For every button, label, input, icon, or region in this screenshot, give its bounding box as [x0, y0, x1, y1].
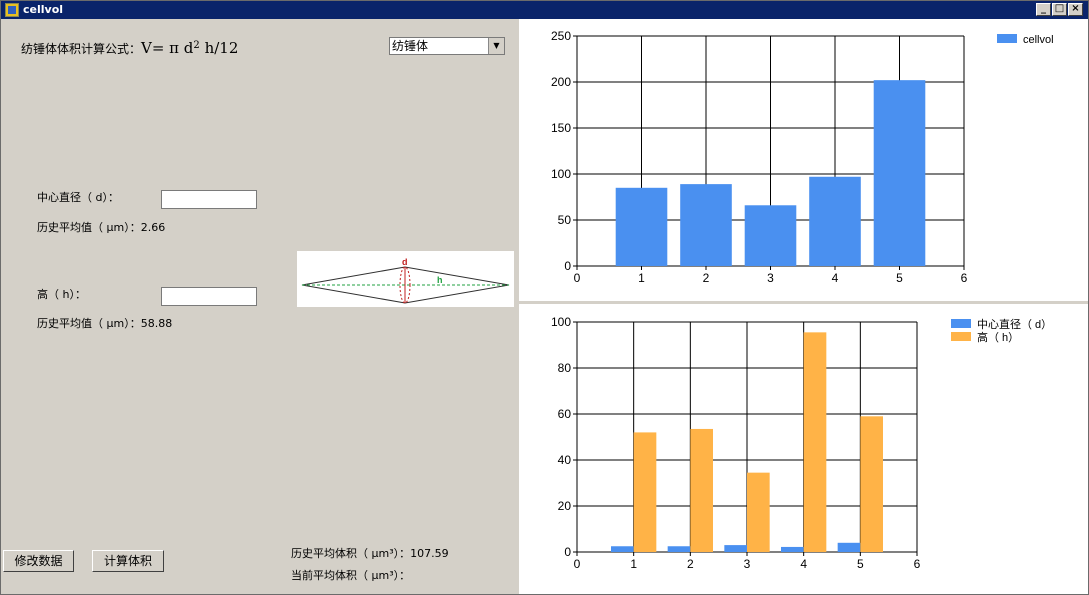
- bar: [747, 472, 770, 552]
- x-tick-label: 0: [574, 557, 581, 571]
- shape-select[interactable]: 纺锤体 ▼: [389, 37, 505, 55]
- formula-label: 纺锤体体积计算公式：: [21, 42, 142, 56]
- diagram-h-label: h: [437, 275, 443, 285]
- legend-label: cellvol: [1023, 34, 1054, 46]
- y-tick-label: 100: [551, 315, 571, 329]
- height-average-label: 历史平均值（ μm）：: [37, 317, 141, 330]
- window-title: cellvol: [23, 3, 64, 16]
- bar: [690, 428, 713, 552]
- height-average: 历史平均值（ μm）：58.88: [37, 315, 172, 331]
- chart-panel: 0 1 2 3 4 5 6 0 50 100 150 200 250 cellvol 0 1 2 3 4 5 6 0 20…: [519, 19, 1088, 594]
- x-tick-label: 1: [630, 557, 637, 571]
- y-tick-label: 40: [558, 453, 572, 467]
- bar: [611, 546, 634, 552]
- dimensions-chart: 0 1 2 3 4 5 6020406080100 中心直径（ d）高（ h）: [551, 315, 1052, 571]
- x-tick-label: 5: [857, 557, 864, 571]
- x-tick-label: 3: [744, 557, 751, 571]
- diameter-average: 历史平均值（ μm）：2.66: [37, 219, 165, 235]
- y-tick-label: 100: [551, 167, 571, 181]
- formula-text: V= π d: [141, 39, 194, 57]
- y-tick-label: 50: [558, 213, 572, 227]
- legend-swatch: [997, 34, 1017, 43]
- bar: [873, 80, 926, 266]
- bar: [680, 184, 732, 266]
- formula: 纺锤体体积计算公式：V= π d2 h/12: [21, 39, 238, 57]
- legend-label: 高（ h）: [977, 330, 1019, 344]
- diameter-input[interactable]: [161, 190, 257, 209]
- bar: [803, 332, 827, 552]
- x-tick-label: 5: [896, 271, 903, 285]
- legend-swatch: [951, 332, 971, 341]
- y-tick-label: 80: [558, 361, 572, 375]
- formula-tail: h/12: [199, 39, 239, 57]
- bar: [633, 432, 657, 552]
- diameter-average-label: 历史平均值（ μm）：: [37, 221, 141, 234]
- chart-divider: [519, 301, 1088, 304]
- y-tick-label: 250: [551, 29, 571, 43]
- minimize-icon[interactable]: _: [1036, 3, 1051, 16]
- bar: [615, 187, 668, 266]
- modify-data-button[interactable]: 修改数据: [3, 550, 74, 572]
- bar: [809, 176, 861, 266]
- diameter-average-value: 2.66: [140, 221, 166, 234]
- x-tick-label: 2: [703, 271, 710, 285]
- height-input[interactable]: [161, 287, 257, 306]
- height-average-value: 58.88: [140, 317, 173, 330]
- bar: [744, 205, 797, 266]
- x-tick-label: 4: [800, 557, 807, 571]
- x-tick-label: 3: [767, 271, 774, 285]
- calculate-volume-button[interactable]: 计算体积: [92, 550, 164, 572]
- current-volume: 当前平均体积（ μm³）：: [291, 567, 410, 583]
- legend-swatch: [951, 319, 971, 328]
- bar: [781, 546, 804, 552]
- current-volume-label: 当前平均体积（ μm³）：: [291, 569, 411, 582]
- height-label: 高（ h）：: [37, 288, 86, 301]
- legend-label: 中心直径（ d）: [977, 317, 1052, 331]
- y-tick-label: 60: [558, 407, 572, 421]
- chevron-down-icon[interactable]: ▼: [488, 38, 504, 54]
- history-volume: 历史平均体积（ μm³）：107.59: [291, 545, 449, 561]
- x-tick-label: 1: [638, 271, 645, 285]
- x-tick-label: 6: [914, 557, 921, 571]
- y-tick-label: 20: [558, 499, 572, 513]
- title-bar[interactable]: cellvol _ □ ×: [1, 1, 1088, 19]
- x-tick-label: 2: [687, 557, 694, 571]
- bar: [724, 545, 747, 552]
- close-icon[interactable]: ×: [1068, 3, 1083, 16]
- x-tick-label: 0: [574, 271, 581, 285]
- diagram-d-label: d: [402, 257, 408, 267]
- x-tick-label: 4: [832, 271, 839, 285]
- y-tick-label: 0: [564, 259, 571, 273]
- bar: [667, 546, 691, 552]
- spindle-diagram: d h: [297, 251, 514, 307]
- y-tick-label: 200: [551, 75, 571, 89]
- diameter-label: 中心直径（ d）：: [37, 191, 119, 204]
- history-volume-value: 107.59: [410, 547, 449, 560]
- y-tick-label: 0: [564, 545, 571, 559]
- y-tick-label: 150: [551, 121, 571, 135]
- x-tick-label: 6: [961, 271, 968, 285]
- bar: [860, 416, 883, 552]
- app-icon: [5, 3, 19, 17]
- shape-select-value: 纺锤体: [392, 39, 429, 53]
- bar: [837, 542, 861, 552]
- maximize-icon[interactable]: □: [1052, 3, 1067, 16]
- app-window: cellvol _ □ × 纺锤体体积计算公式：V= π d2 h/12 纺锤体…: [0, 0, 1089, 595]
- history-volume-label: 历史平均体积（ μm³）：: [291, 547, 411, 560]
- volume-chart: 0 1 2 3 4 5 6 0 50 100 150 200 250 cellvol: [551, 29, 1054, 285]
